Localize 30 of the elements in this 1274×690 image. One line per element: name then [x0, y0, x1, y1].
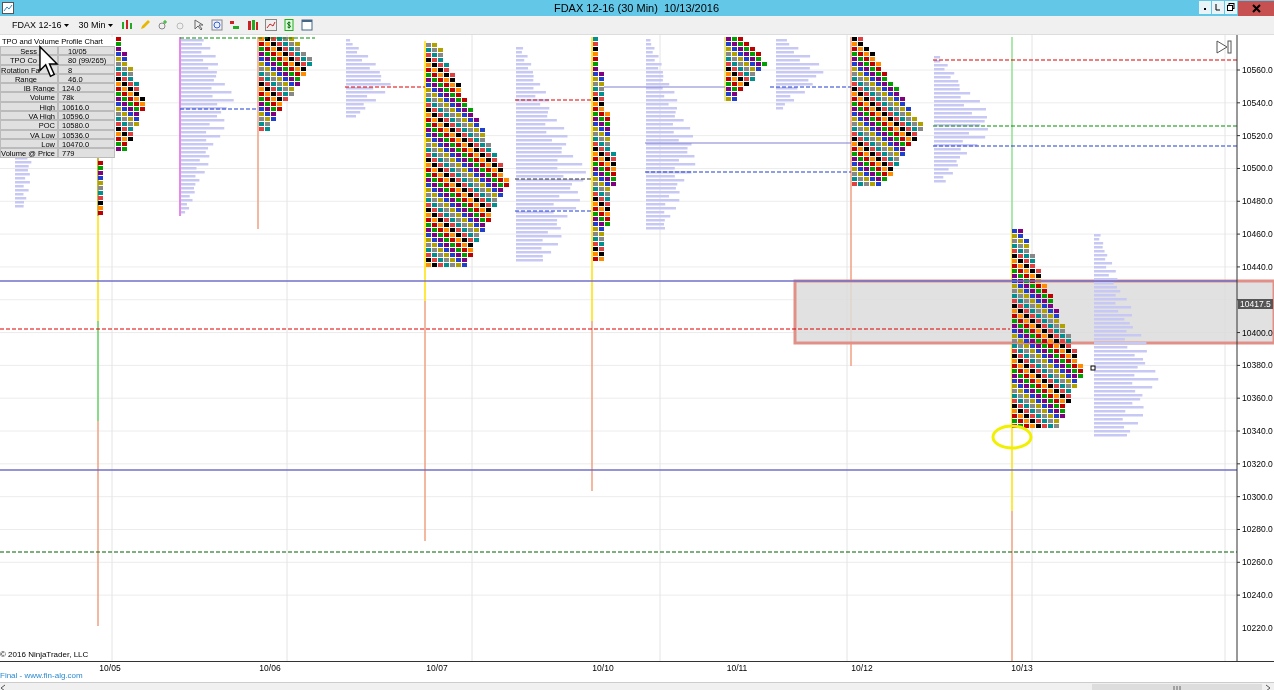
- interval-dropdown[interactable]: 30 Min: [76, 20, 115, 30]
- date-axis-label: 10/11: [726, 663, 748, 673]
- price-axis-label: 10280.0: [1242, 524, 1273, 535]
- date-axis-label: 10/05: [99, 663, 121, 673]
- price-axis-label: 10340.0: [1242, 426, 1273, 436]
- window-title: FDAX 12-16 (30 Min) 10/13/2016: [552, 1, 721, 16]
- price-axis-label: 10300.0: [1242, 491, 1273, 502]
- date-axis-label: 10/07: [426, 663, 448, 673]
- price-axis-label: 10240.0: [1242, 590, 1273, 601]
- price-axis-label: 10260.0: [1242, 557, 1273, 568]
- price-axis-label: 10380.0: [1242, 360, 1273, 371]
- price-axis-label: 10520.0: [1242, 130, 1273, 141]
- price-axis-label: 10480.0: [1242, 196, 1273, 207]
- instrument-dropdown[interactable]: FDAX 12-16: [10, 20, 71, 30]
- date-axis-label: 10/13: [1011, 663, 1033, 673]
- price-axis-label: 10540.0: [1242, 97, 1273, 108]
- price-axis-label: 10220.0: [1242, 622, 1273, 633]
- date-axis-label: 10/12: [851, 663, 873, 673]
- price-axis-label: 10560.0: [1242, 65, 1273, 75]
- copyright-text: © 2016 NinjaTrader, LLC: [0, 650, 89, 659]
- price-axis-label: 10500.0: [1242, 163, 1273, 174]
- price-axis-label: 10320.0: [1242, 458, 1273, 469]
- footer-link[interactable]: Final - www.fin-alg.com: [0, 671, 83, 680]
- price-axis-label: 10460.0: [1242, 229, 1273, 240]
- price-marker: 10417.5: [1238, 298, 1273, 309]
- date-axis-label: 10/06: [259, 663, 281, 673]
- price-axis-label: 10400.0: [1242, 327, 1273, 338]
- price-axis-label: 10440.0: [1242, 261, 1273, 272]
- price-axis-label: 10360.0: [1242, 393, 1273, 404]
- date-axis-label: 10/10: [592, 663, 614, 673]
